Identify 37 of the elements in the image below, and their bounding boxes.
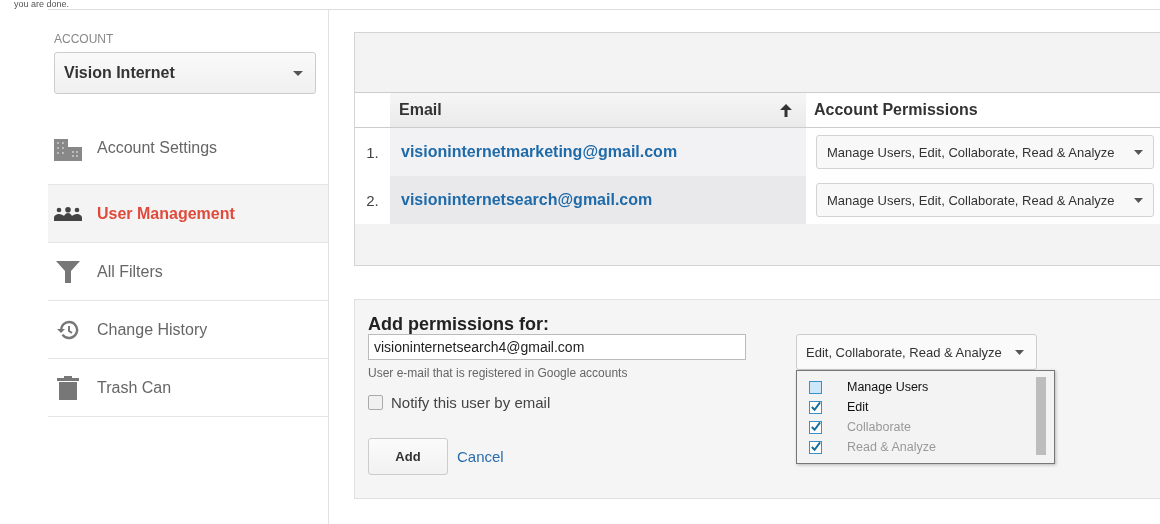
users-icon (54, 206, 82, 221)
column-header[interactable]: Email (390, 93, 806, 127)
account-dropdown[interactable]: Vision Internet (54, 52, 316, 94)
option-label: Collaborate (847, 420, 911, 434)
cancel-link[interactable]: Cancel (457, 448, 504, 465)
sort-up-icon (780, 103, 792, 117)
sidebar-item[interactable]: Trash Can (48, 359, 328, 417)
caret-icon (1134, 149, 1143, 155)
checkbox-label: Notify this user by email (391, 394, 551, 411)
caret-icon (1134, 197, 1143, 203)
option-label: Manage Users (847, 380, 929, 394)
caret-icon (293, 70, 303, 76)
caret-icon (1015, 349, 1024, 355)
permissions-dropdown[interactable]: Edit, Collaborate, Read & Analyze (796, 334, 1037, 370)
add-button[interactable]: Add (368, 438, 448, 475)
sidebar-item[interactable]: User Management (48, 185, 328, 243)
permissions-dropdown[interactable]: Manage Users, Edit, Collaborate, Read & Analyze (816, 135, 1154, 169)
scrollbar[interactable] (1036, 377, 1046, 455)
hint-text: User e-mail that is registered in Google accounts (368, 366, 629, 380)
option-checkbox[interactable] (809, 400, 822, 414)
filter-icon (54, 260, 82, 283)
column-header: Account Permissions (813, 100, 979, 120)
option-checkbox[interactable] (809, 380, 822, 394)
notify-checkbox[interactable] (368, 395, 383, 410)
email-input[interactable]: visioninternetsearch4@gmail.com (368, 334, 746, 360)
account-label: ACCOUNT (54, 32, 115, 46)
permissions-dropdown[interactable]: Manage Users, Edit, Collaborate, Read & Analyze (816, 183, 1154, 217)
form-title: Add permissions for: (368, 314, 551, 334)
row-number: 2. (365, 190, 380, 211)
option-label: Edit (847, 400, 869, 414)
sidebar-item[interactable]: Change History (48, 301, 328, 359)
trash-icon (54, 375, 82, 400)
option-label: Read & Analyze (847, 440, 936, 454)
sidebar-item[interactable]: All Filters (48, 243, 328, 301)
instruction-text: you are done. (13, 0, 71, 9)
building-icon (54, 139, 82, 161)
row-number: 1. (365, 142, 380, 163)
